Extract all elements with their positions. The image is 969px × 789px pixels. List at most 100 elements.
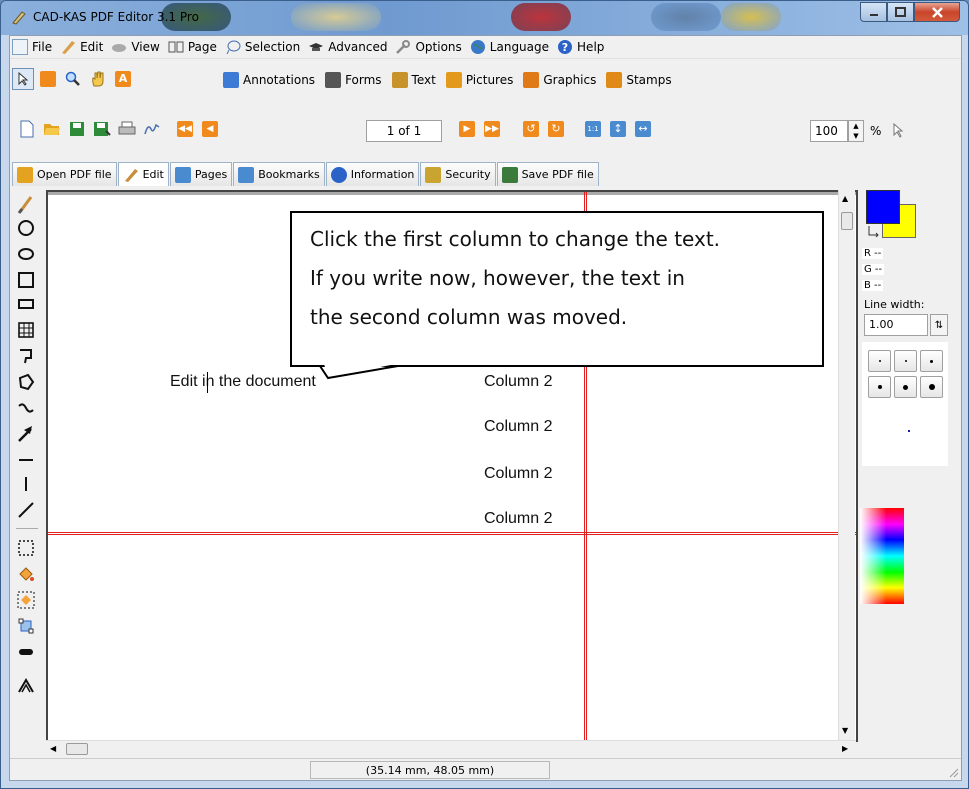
scroll-left-icon[interactable]: ◀: [50, 744, 56, 753]
module-forms[interactable]: Forms: [325, 72, 382, 88]
scroll-up-icon[interactable]: ▲: [842, 194, 848, 203]
menu-view[interactable]: View: [111, 39, 160, 55]
ellipse-tool[interactable]: [14, 242, 38, 266]
column2-text[interactable]: Column 2: [484, 373, 552, 391]
save-icon: [70, 122, 84, 136]
line-width-spinner[interactable]: ⇅: [930, 314, 948, 336]
window-controls: [860, 2, 960, 22]
print-button[interactable]: [116, 118, 138, 140]
fill-tool[interactable]: [14, 562, 38, 586]
dot-size-larger[interactable]: [894, 376, 917, 398]
title-bar[interactable]: CAD-KAS PDF Editor 3.1 Pro: [1, 1, 968, 35]
zoom-spinner[interactable]: ▲ ▼: [848, 120, 864, 142]
document-canvas[interactable]: Click the first column to change the tex…: [46, 190, 858, 742]
zoom-field[interactable]: 100: [810, 120, 848, 142]
line-width-field[interactable]: 1.00: [864, 314, 928, 336]
page-number-field[interactable]: 1 of 1: [366, 120, 442, 142]
save-button[interactable]: [66, 118, 88, 140]
scroll-thumb[interactable]: [841, 212, 853, 230]
menu-selection[interactable]: Selection: [225, 39, 300, 55]
hscroll-thumb[interactable]: [66, 743, 88, 755]
dot-size-small[interactable]: [868, 350, 891, 372]
column1-text[interactable]: Edit in the document: [170, 373, 316, 391]
menu-page[interactable]: Page: [168, 39, 217, 55]
dot-size-medium[interactable]: [920, 350, 943, 372]
menu-edit[interactable]: Edit: [60, 39, 103, 55]
marquee-tool[interactable]: [14, 536, 38, 560]
tab-edit[interactable]: Edit: [117, 162, 169, 186]
vertical-scrollbar[interactable]: ▲ ▼: [838, 190, 855, 742]
fit-height-button[interactable]: ↕: [607, 118, 629, 140]
horizontal-line-tool[interactable]: [14, 448, 38, 472]
module-graphics[interactable]: Graphics: [523, 72, 596, 88]
primary-color-swatch[interactable]: [866, 190, 900, 224]
dot-size-small-2[interactable]: [894, 350, 917, 372]
rectangle-tool[interactable]: [14, 292, 38, 316]
thick-line-tool[interactable]: [14, 640, 38, 664]
pointer-icon[interactable]: [891, 123, 905, 139]
resize-grip-icon[interactable]: [947, 766, 959, 778]
next-page-button[interactable]: ▶: [456, 118, 478, 140]
text-select-tool[interactable]: A: [112, 68, 134, 90]
module-pictures[interactable]: Pictures: [445, 72, 513, 88]
rectangle-select-tool[interactable]: [37, 68, 59, 90]
tab-bookmarks[interactable]: Bookmarks: [233, 162, 325, 186]
maximize-button[interactable]: [887, 2, 914, 22]
column2-text[interactable]: Column 2: [484, 418, 552, 436]
horizontal-scrollbar[interactable]: ◀ ▶: [46, 740, 856, 757]
tab-open-pdf[interactable]: Open PDF file: [12, 162, 117, 186]
tab-save-pdf[interactable]: Save PDF file: [496, 162, 599, 186]
table-tool[interactable]: [14, 318, 38, 342]
first-page-icon: ◀◀: [177, 121, 193, 137]
tab-information[interactable]: Information: [325, 162, 420, 186]
last-page-button[interactable]: ▶▶: [481, 118, 503, 140]
brush-tool[interactable]: [14, 192, 38, 216]
save-as-button[interactable]: [91, 118, 113, 140]
menu-file[interactable]: File: [12, 39, 52, 55]
rotate-left-button[interactable]: ↺: [520, 118, 542, 140]
arrow-tool[interactable]: [14, 422, 38, 446]
diagonal-line-tool[interactable]: [14, 498, 38, 522]
module-annotations[interactable]: Annotations: [223, 72, 315, 88]
color-picker-spectrum[interactable]: [860, 508, 904, 604]
minimize-button[interactable]: [860, 2, 887, 22]
column2-text[interactable]: Column 2: [484, 465, 552, 483]
collapse-tool[interactable]: [14, 674, 38, 698]
rotate-right-button[interactable]: ↻: [545, 118, 567, 140]
curve-tool[interactable]: [14, 396, 38, 420]
polyline-tool[interactable]: [14, 344, 38, 368]
vertical-line-tool[interactable]: [14, 472, 38, 496]
hand-tool[interactable]: [87, 68, 109, 90]
actual-size-button[interactable]: 1:1: [582, 118, 604, 140]
module-stamps[interactable]: Stamps: [606, 72, 672, 88]
open-button[interactable]: [41, 118, 63, 140]
tab-pages[interactable]: Pages: [169, 162, 233, 186]
sign-button[interactable]: [141, 118, 163, 140]
menu-advanced[interactable]: Advanced: [308, 39, 387, 55]
close-button[interactable]: [914, 2, 960, 22]
dot-size-large[interactable]: [868, 376, 891, 398]
module-text[interactable]: Text: [391, 72, 436, 88]
select-arrow-tool[interactable]: [12, 68, 34, 90]
column2-text[interactable]: Column 2: [484, 510, 552, 528]
tab-security[interactable]: Security: [420, 162, 496, 186]
fit-width-button[interactable]: ↔: [632, 118, 654, 140]
fill-selection-tool[interactable]: [14, 588, 38, 612]
menu-options[interactable]: Options: [395, 39, 462, 55]
menu-label: Language: [489, 40, 550, 54]
menu-help[interactable]: ? Help: [557, 39, 604, 55]
circle-tool[interactable]: [14, 216, 38, 240]
zoom-tool[interactable]: [62, 68, 84, 90]
swap-colors-icon[interactable]: [866, 224, 880, 238]
transform-tool[interactable]: [14, 614, 38, 638]
previous-page-button[interactable]: ◀: [199, 118, 221, 140]
scroll-right-icon[interactable]: ▶: [842, 744, 848, 753]
square-tool[interactable]: [14, 268, 38, 292]
menu-language[interactable]: Language: [470, 39, 549, 55]
new-document-button[interactable]: [16, 118, 38, 140]
scroll-down-icon[interactable]: ▼: [842, 726, 848, 735]
first-page-button[interactable]: ◀◀: [174, 118, 196, 140]
dot-size-largest[interactable]: [920, 376, 943, 398]
tab-label: Save PDF file: [521, 168, 594, 181]
polygon-tool[interactable]: [14, 370, 38, 394]
